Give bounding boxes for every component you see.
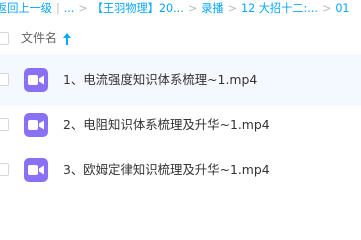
row-checkbox[interactable] [0, 163, 9, 176]
breadcrumb-chevron-icon: > [227, 2, 237, 15]
select-all-checkbox[interactable] [0, 32, 9, 45]
row-checkbox[interactable] [0, 118, 9, 131]
breadcrumb-item-chapter[interactable]: 12 大招十二:... [241, 0, 318, 17]
file-name[interactable]: 3、欧姆定律知识梳理及升华~1.mp4 [63, 161, 270, 179]
breadcrumb-chevron-icon: > [321, 2, 332, 15]
breadcrumb-item-current[interactable]: 01 [335, 0, 349, 17]
breadcrumb-item-course[interactable]: 【王羽物理】20... [92, 0, 184, 17]
file-row[interactable]: 3、欧姆定律知识梳理及升华~1.mp4 [0, 144, 361, 196]
video-file-icon [24, 158, 48, 182]
file-browser: 返回上一级 |... > 【王羽物理】20... > 录播 >12 大招十二:... >01 … [0, 0, 361, 217]
breadcrumb-chevron-icon: > [78, 2, 88, 15]
breadcrumb-chevron-icon: > [187, 2, 198, 15]
file-name[interactable]: 1、电流强度知识体系梳理~1.mp4 [63, 71, 257, 89]
arrow-up-icon[interactable] [62, 31, 72, 45]
breadcrumb-item-recording[interactable]: 录播 [201, 0, 223, 17]
row-checkbox[interactable] [0, 73, 9, 86]
column-header-filename[interactable]: 文件名 [21, 29, 57, 47]
video-file-icon [24, 113, 48, 137]
breadcrumb: 返回上一级 |... > 【王羽物理】20... > 录播 >12 大招十二:... >01 [0, 0, 361, 17]
breadcrumb-ellipsis-link[interactable]: ... [64, 0, 75, 17]
video-file-icon [24, 68, 48, 92]
file-name[interactable]: 2、电阻知识体系梳理及升华~1.mp4 [63, 116, 270, 134]
breadcrumb-back-link[interactable]: 返回上一级 [0, 0, 52, 17]
breadcrumb-separator: | [55, 2, 60, 15]
